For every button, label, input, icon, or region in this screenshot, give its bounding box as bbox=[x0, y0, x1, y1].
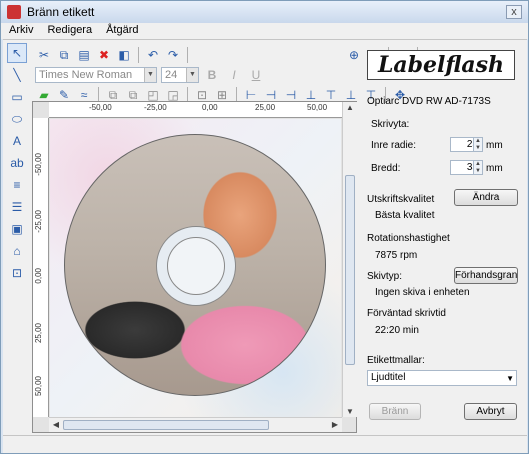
width-stepper[interactable]: ▲ ▼ bbox=[473, 160, 483, 175]
properties-icon[interactable]: ◧ bbox=[115, 46, 133, 64]
vertical-scroll-thumb[interactable] bbox=[345, 175, 355, 365]
inner-radius-label: Inre radie: bbox=[371, 140, 417, 151]
font-size-combo[interactable]: 24 ▼ bbox=[161, 67, 199, 83]
ruler-tick-label: -50,00 bbox=[89, 103, 112, 112]
menu-arkiv[interactable]: Arkiv bbox=[1, 23, 39, 39]
menu-redigera[interactable]: Redigera bbox=[39, 23, 98, 39]
ruler-tick-label: -25,00 bbox=[34, 210, 43, 233]
scroll-up-icon[interactable]: ▲ bbox=[345, 103, 355, 112]
rotation-value: 7875 rpm bbox=[375, 250, 418, 261]
chevron-down-icon: ▼ bbox=[506, 374, 514, 383]
ruler-tick-label: -50,00 bbox=[34, 153, 43, 176]
chevron-down-icon: ▼ bbox=[144, 68, 156, 82]
ruler-tick-label: -25,00 bbox=[144, 103, 167, 112]
expected-time-value: 22:20 min bbox=[375, 325, 419, 336]
tool-column: ↖ ╲ ▭ ⬭ A ab ≡ ☰ ▣ ⌂ ⊡ bbox=[7, 43, 29, 285]
ruler-tick-label: 0,00 bbox=[202, 103, 218, 112]
ruler-tick-label: 0,00 bbox=[34, 268, 43, 284]
cancel-button[interactable]: Avbryt bbox=[464, 403, 517, 420]
canvas-frame: -50,00 -25,00 0,00 25,00 50,00 -50,00 -2… bbox=[32, 101, 357, 433]
ruler-tick-label: 25,00 bbox=[34, 323, 43, 344]
label-canvas[interactable] bbox=[50, 119, 341, 417]
disc-type-value: Ingen skiva i enheten bbox=[375, 287, 470, 298]
disc-label-image[interactable] bbox=[64, 134, 326, 396]
inner-radius-unit: mm bbox=[486, 140, 503, 151]
select-tool-icon[interactable]: ↖ bbox=[7, 43, 27, 63]
scroll-down-icon[interactable]: ▼ bbox=[345, 407, 355, 416]
redo-icon[interactable]: ↷ bbox=[164, 46, 182, 64]
disc-inner-hole bbox=[167, 237, 225, 295]
change-button[interactable]: Ändra bbox=[454, 189, 518, 206]
transform-tool-icon[interactable]: ⊡ bbox=[7, 263, 27, 283]
print-quality-label: Utskriftskvalitet bbox=[367, 194, 435, 205]
line-tool-icon[interactable]: ╲ bbox=[7, 65, 27, 85]
disc-type-label: Skivtyp: bbox=[367, 271, 403, 282]
copy-icon[interactable]: ⧉ bbox=[55, 46, 73, 64]
toolbar-font: Times New Roman ▼ 24 ▼ B I U bbox=[35, 65, 265, 85]
template-select[interactable]: Ljudtitel ▼ bbox=[367, 370, 517, 386]
horizontal-ruler: -50,00 -25,00 0,00 25,00 50,00 bbox=[49, 102, 342, 118]
menu-bar: Arkiv Redigera Åtgärd bbox=[1, 23, 528, 39]
delete-icon[interactable]: ✖ bbox=[95, 46, 113, 64]
ellipse-tool-icon[interactable]: ⬭ bbox=[7, 109, 27, 129]
inner-radius-stepper[interactable]: ▲ ▼ bbox=[473, 137, 483, 152]
lines-tool-icon[interactable]: ≡ bbox=[7, 175, 27, 195]
image-tool-icon[interactable]: ▣ bbox=[7, 219, 27, 239]
font-size-value: 24 bbox=[165, 69, 178, 81]
italic-button[interactable]: I bbox=[225, 66, 243, 84]
text-tool-icon[interactable]: A bbox=[7, 131, 27, 151]
font-name-value: Times New Roman bbox=[39, 69, 133, 81]
horizontal-scrollbar[interactable]: ◀ ▶ bbox=[49, 417, 342, 432]
app-icon bbox=[7, 5, 21, 19]
scroll-left-icon[interactable]: ◀ bbox=[50, 420, 62, 430]
cut-icon[interactable]: ✂ bbox=[35, 46, 53, 64]
font-name-combo[interactable]: Times New Roman ▼ bbox=[35, 67, 157, 83]
window: Bränn etikett x Arkiv Redigera Åtgärd ↖ … bbox=[0, 0, 529, 454]
rotation-label: Rotationshastighet bbox=[367, 233, 450, 244]
rectangle-tool-icon[interactable]: ▭ bbox=[7, 87, 27, 107]
status-bar bbox=[3, 435, 527, 453]
templates-label: Etikettmallar: bbox=[367, 355, 425, 366]
paragraph-tool-icon[interactable]: ☰ bbox=[7, 197, 27, 217]
settings-panel: Labelflash Optiarc DVD RW AD-7173S Skriv… bbox=[361, 45, 523, 431]
burn-button[interactable]: Bränn bbox=[369, 403, 421, 420]
chevron-down-icon: ▼ bbox=[186, 68, 198, 82]
close-button[interactable]: x bbox=[506, 5, 522, 19]
ruler-tick-label: 50,00 bbox=[34, 376, 43, 397]
template-value: Ljudtitel bbox=[371, 372, 406, 383]
labelflash-logo: Labelflash bbox=[367, 50, 515, 80]
ruler-tick-label: 25,00 bbox=[255, 103, 276, 112]
scroll-right-icon[interactable]: ▶ bbox=[329, 420, 341, 430]
expected-time-label: Förväntad skrivtid bbox=[367, 308, 446, 319]
undo-icon[interactable]: ↶ bbox=[144, 46, 162, 64]
horizontal-scroll-thumb[interactable] bbox=[63, 420, 269, 430]
title-bar: Bränn etikett x bbox=[1, 1, 528, 23]
underline-button[interactable]: U bbox=[247, 66, 265, 84]
write-area-label: Skrivyta: bbox=[371, 119, 410, 130]
width-unit: mm bbox=[486, 163, 503, 174]
bold-button[interactable]: B bbox=[203, 66, 221, 84]
width-label: Bredd: bbox=[371, 163, 401, 174]
menu-atgard[interactable]: Åtgärd bbox=[98, 23, 144, 39]
print-quality-value: Bästa kvalitet bbox=[375, 210, 435, 221]
preview-button[interactable]: Förhandsgranska bbox=[454, 267, 518, 284]
ruler-tick-label: 50,00 bbox=[307, 103, 328, 112]
vertical-scrollbar[interactable]: ▲ ▼ bbox=[342, 102, 357, 417]
disc-hub bbox=[156, 226, 236, 306]
vertical-ruler: -50,00 -25,00 0,00 25,00 50,00 bbox=[33, 118, 49, 417]
drive-name: Optiarc DVD RW AD-7173S bbox=[367, 96, 491, 107]
window-title: Bränn etikett bbox=[27, 5, 95, 19]
columns-tool-icon[interactable]: ⌂ bbox=[7, 241, 27, 261]
arc-text-tool-icon[interactable]: ab bbox=[7, 153, 27, 173]
paste-icon[interactable]: ▤ bbox=[75, 46, 93, 64]
